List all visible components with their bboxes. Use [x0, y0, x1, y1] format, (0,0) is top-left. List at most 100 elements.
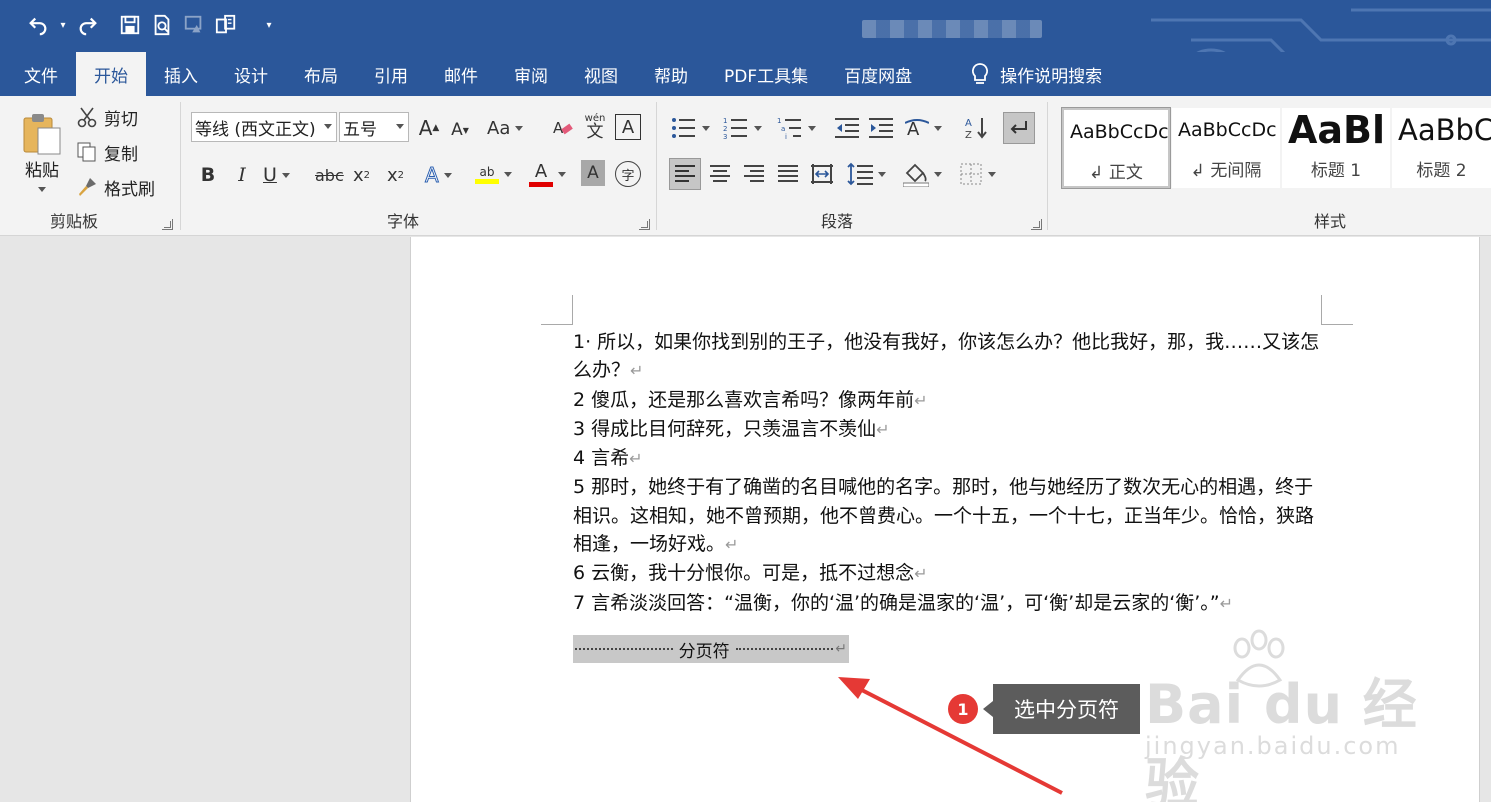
format-painter-button[interactable]: 格式刷 — [76, 174, 155, 200]
redo-icon[interactable] — [72, 10, 104, 40]
clipboard-dialog-launcher[interactable] — [162, 219, 173, 230]
tab-mailings[interactable]: 邮件 — [426, 52, 496, 96]
step-badge: 1 — [948, 694, 978, 724]
font-color-button[interactable]: A — [529, 158, 566, 190]
numbering-icon[interactable]: 123 — [723, 114, 762, 142]
quick-access-toolbar: ▾ ▾ — [22, 10, 278, 40]
clear-formatting-icon[interactable]: A — [549, 114, 577, 142]
paragraph-mark: ↵ — [1219, 593, 1234, 613]
line-text: 得成比目何辞死，只羡温言不羡仙 — [585, 417, 877, 440]
tab-references[interactable]: 引用 — [356, 52, 426, 96]
line-number: 3 — [573, 417, 586, 440]
line-spacing-icon[interactable] — [847, 158, 886, 190]
line-number: 1· — [573, 331, 592, 353]
shrink-font-glyph: A — [451, 120, 463, 140]
line-number: 5 — [573, 476, 586, 499]
tab-design[interactable]: 设计 — [216, 52, 286, 96]
paste-special-icon[interactable] — [210, 10, 242, 40]
shading-icon[interactable] — [903, 158, 942, 190]
lightbulb-icon — [972, 63, 989, 84]
paste-button[interactable]: 粘贴 — [14, 104, 70, 199]
font-size-select[interactable]: 五号 — [339, 112, 409, 142]
font-family-select[interactable]: 等线 (西文正文) — [191, 112, 337, 142]
change-case-button[interactable]: Aa — [487, 114, 524, 142]
tab-file[interactable]: 文件 — [0, 52, 76, 96]
paragraph-2: 2 傻瓜，还是那么喜欢言希吗？像两年前↵ — [573, 386, 1325, 415]
highlight-button[interactable]: ab — [475, 158, 512, 190]
page-break-line — [735, 648, 834, 650]
grow-font-button[interactable]: A ▲ — [415, 114, 443, 142]
style-heading-2-sample: AaBbC — [1398, 113, 1491, 147]
bullets-icon[interactable] — [671, 114, 710, 142]
paragraph-dialog-launcher[interactable] — [1031, 219, 1042, 230]
watermark-url: jingyan.baidu.com — [1145, 732, 1401, 760]
text-effects-button[interactable]: A — [425, 160, 452, 190]
character-shading-button[interactable]: A — [581, 160, 605, 186]
undo-dropdown-icon[interactable]: ▾ — [54, 10, 72, 40]
asian-layout-icon[interactable]: A — [905, 114, 942, 142]
paragraph-group: 123 1ai A AZ 段落 — [657, 96, 1047, 236]
show-marks-icon[interactable] — [1003, 112, 1035, 144]
cut-button[interactable]: 剪切 — [76, 104, 138, 130]
distributed-icon[interactable] — [807, 158, 837, 190]
align-right-icon[interactable] — [739, 158, 769, 190]
paragraph-1: 1· 所以，如果你找到别的王子，他没有我好，你该怎么办？他比我好，那，我……又该… — [573, 328, 1325, 386]
tab-layout[interactable]: 布局 — [286, 52, 356, 96]
clipboard-group: 粘贴 剪切 复制 格式刷 剪贴板 — [0, 96, 180, 236]
style-no-spacing[interactable]: AaBbCcDc ↲ 无间隔 — [1172, 108, 1280, 188]
page-break-line — [575, 648, 673, 650]
tab-pdf-tools[interactable]: PDF工具集 — [706, 52, 826, 96]
enclose-characters-button[interactable]: 字 — [615, 161, 641, 187]
font-dialog-launcher[interactable] — [639, 219, 650, 230]
tab-insert[interactable]: 插入 — [146, 52, 216, 96]
print-preview-icon[interactable] — [146, 10, 178, 40]
multilevel-list-icon[interactable]: 1ai — [777, 114, 816, 142]
tell-me-search[interactable]: 操作说明搜索 — [952, 52, 1120, 96]
style-heading-1[interactable]: AaBl 标题 1 — [1282, 108, 1390, 188]
style-normal[interactable]: AaBbCcDc ↲ 正文 — [1061, 107, 1171, 189]
customize-qat-icon[interactable]: ▾ — [260, 10, 278, 40]
paragraph-mark: ↵ — [876, 419, 890, 439]
borders-icon[interactable] — [959, 158, 996, 190]
character-border-button[interactable]: A — [615, 114, 641, 140]
paragraph-3: 3 得成比目何辞死，只羡温言不羡仙↵ — [573, 415, 1325, 444]
svg-text:2: 2 — [723, 125, 727, 133]
touch-mode-icon[interactable] — [178, 10, 210, 40]
shrink-font-button[interactable]: A ▼ — [447, 116, 473, 144]
shading-glyph: A — [587, 163, 599, 183]
style-heading-2[interactable]: AaBbC 标题 2 — [1392, 108, 1491, 188]
decrease-indent-icon[interactable] — [833, 114, 861, 142]
phonetic-guide-button[interactable]: wén 文 — [581, 110, 609, 144]
sort-icon[interactable]: AZ — [963, 114, 991, 142]
subscript-glyph: x — [353, 164, 364, 186]
format-painter-label: 格式刷 — [104, 179, 155, 200]
tab-home[interactable]: 开始 — [76, 52, 146, 96]
undo-icon[interactable] — [22, 10, 54, 40]
align-center-icon[interactable] — [705, 158, 735, 190]
bold-glyph: B — [200, 164, 216, 186]
document-text[interactable]: 1· 所以，如果你找到别的王子，他没有我好，你该怎么办？他比我好，那，我……又该… — [573, 328, 1325, 618]
style-heading-1-sample: AaBl — [1288, 108, 1386, 152]
copy-button[interactable]: 复制 — [76, 139, 138, 165]
justify-icon[interactable] — [773, 158, 803, 190]
paragraph-mark: ↵ — [630, 361, 644, 381]
increase-indent-icon[interactable] — [867, 114, 895, 142]
paintbrush-icon — [79, 178, 96, 196]
align-left-icon[interactable] — [669, 158, 701, 190]
superscript-button[interactable]: x2 — [387, 160, 404, 190]
tab-view[interactable]: 视图 — [566, 52, 636, 96]
strikethrough-button[interactable]: abc — [315, 160, 344, 190]
bold-button[interactable]: B — [195, 160, 221, 190]
tab-baidu-netdisk[interactable]: 百度网盘 — [826, 52, 930, 96]
tab-review[interactable]: 审阅 — [496, 52, 566, 96]
highlight-glyph: ab — [479, 164, 495, 179]
style-heading-1-name: 标题 1 — [1310, 161, 1362, 181]
page-break-selected[interactable]: 分页符 ↵ — [573, 635, 849, 663]
subscript-button[interactable]: x2 — [353, 160, 370, 190]
tab-help[interactable]: 帮助 — [636, 52, 706, 96]
save-icon[interactable] — [114, 10, 146, 40]
line-number: 4 — [573, 447, 586, 470]
subscript-mark: 2 — [363, 169, 371, 181]
underline-button[interactable]: U — [263, 160, 290, 190]
italic-button[interactable]: I — [229, 160, 255, 190]
